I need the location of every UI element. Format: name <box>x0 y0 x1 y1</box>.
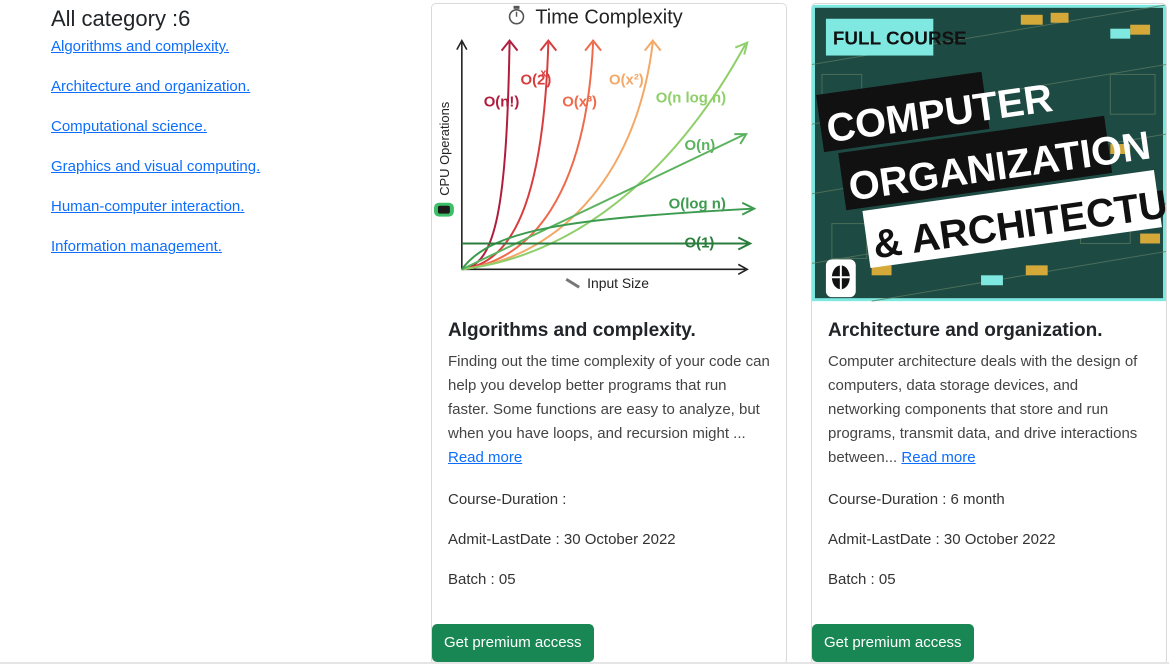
course-description: Computer architecture deals with the des… <box>828 353 1138 466</box>
category-item: Information management. <box>51 237 411 277</box>
image-ylabel: CPU Operations <box>437 102 452 196</box>
channel-logo-icon <box>825 259 856 298</box>
admit-last-date: Admit-LastDate : 30 October 2022 <box>828 531 1056 548</box>
read-more-link[interactable]: Read more <box>448 449 522 466</box>
label-n-log-n: O(n log n) <box>656 90 726 106</box>
course-title: Algorithms and complexity. <box>448 320 696 341</box>
get-premium-access-button[interactable]: Get premium access <box>432 624 594 662</box>
category-item: Graphics and visual computing. <box>51 157 411 197</box>
course-description: Finding out the time complexity of your … <box>448 353 770 466</box>
time-complexity-image: Time Complexity CPU Operations Input Siz… <box>432 4 786 302</box>
category-link-architecture[interactable]: Architecture and organization. <box>51 78 250 95</box>
label-x-squared: O(x²) <box>609 72 644 88</box>
course-title: Architecture and organization. <box>828 320 1103 341</box>
card-body: Architecture and organization. Computer … <box>812 302 1166 590</box>
batch: Batch : 05 <box>448 571 516 588</box>
admit-last-date: Admit-LastDate : 30 October 2022 <box>448 531 676 548</box>
course-duration: Course-Duration : 6 month <box>828 491 1005 508</box>
label-n-factorial: O(n!) <box>484 94 520 110</box>
category-link-computational-science[interactable]: Computational science. <box>51 118 207 135</box>
label-log-n: O(log n) <box>669 197 726 213</box>
category-item: Computational science. <box>51 117 411 157</box>
course-card-algorithms: Time Complexity CPU Operations Input Siz… <box>431 3 787 664</box>
category-sidebar: All category :6 Algorithms and complexit… <box>51 4 411 277</box>
category-link-information-management[interactable]: Information management. <box>51 238 222 255</box>
label-one: O(1) <box>685 235 715 251</box>
category-heading: All category :6 <box>51 6 191 31</box>
label-x-cubed: O(x³) <box>562 94 597 110</box>
category-link-algorithms[interactable]: Algorithms and complexity. <box>51 38 229 55</box>
category-list: Algorithms and complexity. Architecture … <box>51 37 411 277</box>
svg-text:): ) <box>546 72 551 88</box>
read-more-link[interactable]: Read more <box>901 449 975 466</box>
category-item: Algorithms and complexity. <box>51 37 411 77</box>
computer-organization-image: FULL COURSE COMPUTER ORGANIZATION & ARCH… <box>812 4 1166 302</box>
batch: Batch : 05 <box>828 571 896 588</box>
category-item: Human-computer interaction. <box>51 197 411 237</box>
category-link-hci[interactable]: Human-computer interaction. <box>51 198 244 215</box>
image-xlabel: Input Size <box>587 275 649 291</box>
get-premium-access-button[interactable]: Get premium access <box>812 624 974 662</box>
label-n: O(n) <box>685 138 716 154</box>
course-duration: Course-Duration : <box>448 491 567 508</box>
image-title: Time Complexity <box>535 7 682 29</box>
card-body: Algorithms and complexity. Finding out t… <box>432 302 786 590</box>
full-course-badge: FULL COURSE <box>833 29 967 50</box>
category-link-graphics[interactable]: Graphics and visual computing. <box>51 158 260 175</box>
category-item: Architecture and organization. <box>51 77 411 117</box>
chip-icon <box>433 202 454 217</box>
course-card-architecture: FULL COURSE COMPUTER ORGANIZATION & ARCH… <box>811 3 1167 664</box>
